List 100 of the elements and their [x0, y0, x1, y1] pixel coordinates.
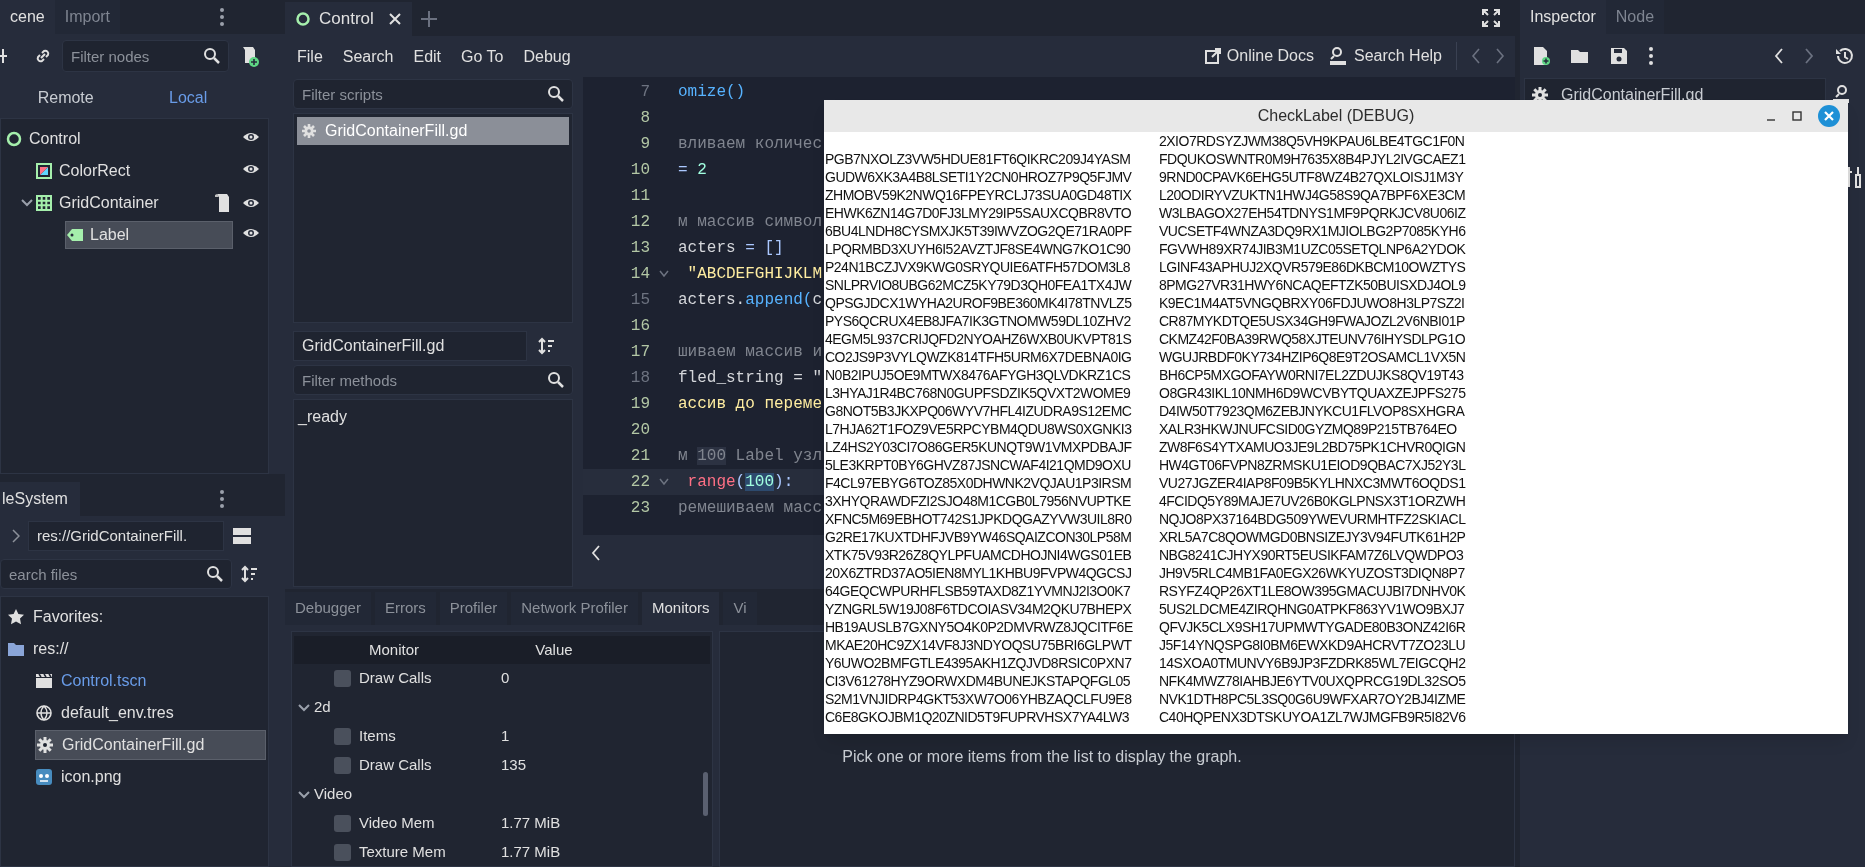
- file-tree-item[interactable]: Control.tscn: [35, 666, 155, 696]
- random-text-label: 9RND0CPAVK6EHG5UTF8WZ4B27QXLOISJ1M3Y: [1159, 168, 1465, 186]
- close-icon[interactable]: [387, 12, 402, 26]
- path-field[interactable]: res://GridContainerFill.: [28, 521, 224, 551]
- chevron-right-icon[interactable]: [1495, 48, 1505, 64]
- random-text-label: C6E8GKOJBM1Q20ZNID5T9FUPRVHSX7YA4LW3: [825, 708, 1131, 726]
- chevron-right-icon[interactable]: [1804, 48, 1814, 64]
- code-line: ремешиваем масс: [678, 498, 823, 519]
- folder-icon[interactable]: [1570, 47, 1590, 65]
- history-icon[interactable]: [1834, 46, 1854, 66]
- more-icon[interactable]: [219, 489, 225, 509]
- random-text-label: PGB7NXOLZ3VW5HDUE81FT6QIKRC209J4YASM: [825, 150, 1132, 168]
- random-text-label: LPQRMBD3XUYH6I52AVZTJF8SE4WNG7KO1C90: [825, 240, 1132, 258]
- tree-item[interactable]: Control: [5, 125, 89, 153]
- code-line: шиваем массив и: [678, 342, 823, 363]
- circle-icon: [295, 11, 311, 27]
- menu-item[interactable]: File: [287, 44, 333, 69]
- code-line: acters.append(c: [678, 290, 823, 311]
- panel-tab[interactable]: Network Profiler: [511, 592, 638, 625]
- search-field[interactable]: earch files: [0, 559, 232, 589]
- line-number: 20: [629, 420, 650, 441]
- search-icon[interactable]: [547, 371, 565, 389]
- file-tree-item[interactable]: Favorites:: [7, 602, 112, 632]
- script-icon[interactable]: [214, 193, 230, 213]
- panel-tab[interactable]: Debugger: [285, 592, 371, 625]
- tree-item[interactable]: ColorRect: [35, 157, 139, 185]
- menu-item[interactable]: Debug: [513, 44, 581, 69]
- more-icon[interactable]: [1648, 46, 1654, 66]
- random-text-label: 20X6ZTRD37AO5IEN8MYL1KHBU9FVPW4QGCSJ: [825, 564, 1133, 582]
- line-number: 13: [629, 238, 650, 259]
- monitor-label: Texture Mem: [359, 842, 447, 863]
- random-text-label: K9EC1M4AT5VNGQBRXY06FDJUWO8H3LP7SZ2I: [1159, 294, 1466, 312]
- scene-tab[interactable]: Control: [285, 2, 412, 36]
- search-icon[interactable]: [547, 85, 565, 103]
- dock-tab[interactable]: cene: [0, 0, 55, 34]
- more-icon[interactable]: [219, 7, 225, 27]
- random-text-label: FDQUKOSWNTR0M9H7635X8B4PJYL2IVGCAEZ1: [1159, 150, 1467, 168]
- filter-field[interactable]: Filter scripts: [293, 79, 573, 109]
- line-number: 17: [629, 342, 650, 363]
- sort-icon[interactable]: [537, 337, 555, 355]
- method-item[interactable]: _ready: [298, 404, 568, 430]
- random-text-label: J5F14YNQSPG8I0BM6EWXKD9AHCRVT7ZO23LU: [1159, 636, 1467, 654]
- file-tree-item[interactable]: res://: [7, 634, 77, 664]
- file-tree-item[interactable]: GridContainerFill.gd: [35, 730, 266, 760]
- menu-item[interactable]: Go To: [451, 44, 514, 69]
- random-text-label: S2M1VNJIDRP4GKT53XW7O06YHBZAQCLFU9E8: [825, 690, 1133, 708]
- fullscreen-icon[interactable]: [1481, 8, 1501, 28]
- sort-icon[interactable]: [240, 565, 258, 583]
- line-number: 14: [629, 264, 650, 285]
- file-tree-item[interactable]: icon.png: [35, 762, 130, 792]
- dock-tab[interactable]: leSystem: [0, 482, 80, 516]
- checkbox[interactable]: [334, 757, 351, 774]
- random-text-label: PYS6QCRUX4EB8JFA7IK3GTNOMW59DL10ZHV2: [825, 312, 1132, 330]
- column-header: Monitor: [368, 639, 420, 660]
- dock-tab[interactable]: Node: [1605, 0, 1665, 34]
- menu-item[interactable]: Edit: [403, 44, 452, 69]
- star-icon: [7, 608, 25, 626]
- search-icon[interactable]: [206, 565, 224, 583]
- menu-item[interactable]: Search: [332, 44, 404, 69]
- checkbox[interactable]: [334, 844, 351, 861]
- filter-field[interactable]: Filter methods: [293, 365, 573, 395]
- panel-tab[interactable]: Errors: [374, 592, 436, 625]
- random-text-label: L7HJA62T1FOZ9VE5RPCYBM4QDU8WS0XGNKI3: [825, 420, 1133, 438]
- graph-hint: Pick one or more items from the list to display the graph.: [842, 747, 1242, 767]
- tree-item[interactable]: Label: [65, 221, 233, 249]
- tree-item[interactable]: GridContainer: [35, 189, 167, 217]
- mode-tab[interactable]: Local: [161, 86, 216, 110]
- new-file-icon[interactable]: [1532, 46, 1550, 66]
- search-help-button[interactable]: Search Help: [1327, 44, 1442, 68]
- dock-tab[interactable]: Inspector: [1520, 0, 1606, 34]
- mode-tab[interactable]: Remote: [29, 86, 102, 110]
- checkbox[interactable]: [334, 815, 351, 832]
- chevron-right-icon[interactable]: [12, 529, 20, 543]
- panel-tab[interactable]: Vi: [723, 592, 757, 625]
- line-number: 15: [629, 290, 650, 311]
- docs-link[interactable]: Online Docs: [1204, 44, 1314, 68]
- code-line: fled_string = ": [678, 368, 823, 389]
- random-text-label: G8NOT5B3JKXPQ06WYV7HFL4IZUDRA9S12EMC: [825, 402, 1133, 420]
- monitor-value: 135: [501, 755, 527, 776]
- random-text-label: LGINF43APHUJ2XQVR579E86DKBCM10OWZTYS: [1159, 258, 1467, 276]
- random-text-label: 4EGM5L937CRIJQFD2NYOAHZ6WXB0UKVPT81S: [825, 330, 1133, 348]
- checkbox[interactable]: [334, 670, 351, 687]
- monitor-label: Draw Calls: [359, 755, 433, 776]
- scrollbar-thumb[interactable]: [703, 772, 708, 816]
- dock-tab[interactable]: Import: [54, 0, 121, 34]
- search-icon[interactable]: [203, 47, 221, 65]
- external-link-icon: [1204, 48, 1221, 64]
- maximize-icon[interactable]: [1792, 111, 1802, 121]
- panel-tab[interactable]: Monitors: [641, 592, 720, 625]
- random-text-label: 5LE3KRPT0BY6GHVZ87JSNCWAF4I21QMD9OXU: [825, 456, 1132, 474]
- link-icon[interactable]: [34, 47, 52, 65]
- tag-icon: [66, 226, 84, 244]
- script-name-field[interactable]: GridContainerFill.gd: [293, 331, 527, 361]
- file-tree-item[interactable]: default_env.tres: [35, 698, 182, 728]
- code-line: м массив символ: [678, 212, 823, 233]
- panel-tab[interactable]: Profiler: [439, 592, 508, 625]
- filter-field[interactable]: Filter nodes: [62, 40, 229, 72]
- checkbox[interactable]: [334, 728, 351, 745]
- split-view-icon[interactable]: [232, 526, 252, 546]
- tools-icon[interactable]: [1845, 166, 1863, 188]
